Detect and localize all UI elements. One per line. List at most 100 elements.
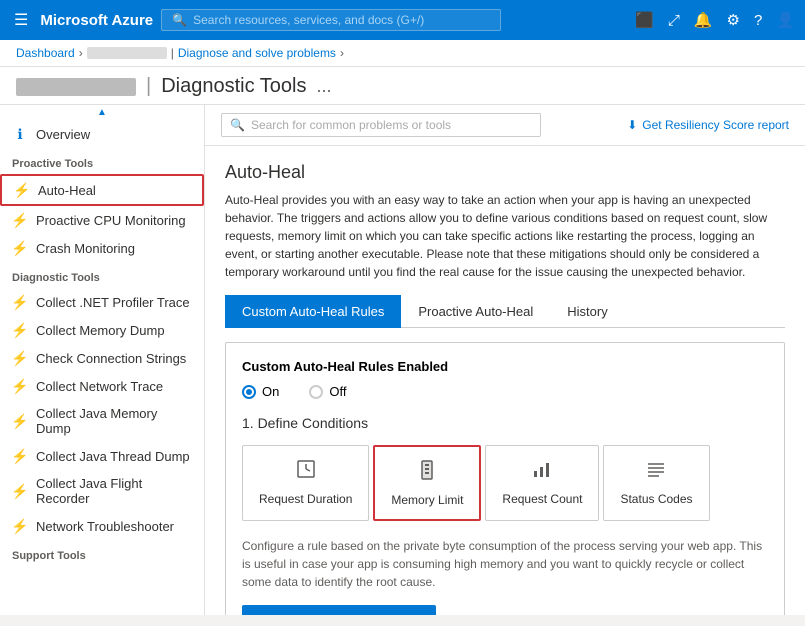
sidebar-item-connection-strings[interactable]: ⚡ Check Connection Strings: [0, 344, 204, 372]
breadcrumb-sep3: ›: [340, 46, 344, 60]
status-codes-icon: [645, 458, 667, 486]
sidebar-auto-heal-label: Auto-Heal: [38, 183, 96, 198]
top-nav: ☰ Microsoft Azure 🔍 ⬛ ⤢ 🔔 ⚙ ? 👤: [0, 0, 805, 40]
sidebar-item-memory-dump[interactable]: ⚡ Collect Memory Dump: [0, 316, 204, 344]
sidebar-item-network-troubleshooter[interactable]: ⚡ Network Troubleshooter: [0, 512, 204, 540]
rules-section: Custom Auto-Heal Rules Enabled On Off 1.…: [225, 342, 785, 615]
configure-private-bytes-btn[interactable]: Configure Private Bytes rule: [242, 605, 436, 615]
hamburger-icon[interactable]: ☰: [10, 6, 32, 34]
sidebar-crash-label: Crash Monitoring: [36, 241, 135, 256]
brand-label: Microsoft Azure: [40, 12, 153, 29]
condition-status-codes-label: Status Codes: [620, 492, 692, 506]
sidebar-item-auto-heal[interactable]: ⚡ Auto-Heal: [0, 174, 204, 206]
breadcrumb-sep1: ›: [79, 46, 83, 60]
breadcrumb-sep2: |: [171, 46, 174, 60]
define-conditions-title: 1. Define Conditions: [242, 415, 768, 431]
rules-enabled-label: Custom Auto-Heal Rules Enabled: [242, 359, 768, 374]
settings-icon[interactable]: ⚙: [727, 11, 740, 29]
global-search-input[interactable]: [193, 13, 490, 27]
condition-request-duration-label: Request Duration: [259, 492, 352, 506]
request-count-icon: [531, 458, 553, 486]
sidebar-memory-dump-label: Collect Memory Dump: [36, 323, 165, 338]
nav-icons: ⬛ ⤢ 🔔 ⚙ ? 👤: [635, 11, 795, 29]
portal-icon[interactable]: ⤢: [668, 12, 680, 29]
content-search-box[interactable]: 🔍: [221, 113, 541, 137]
net-profiler-icon: ⚡: [12, 294, 28, 310]
crash-icon: ⚡: [12, 240, 28, 256]
condition-memory-limit-label: Memory Limit: [391, 493, 463, 507]
user-icon[interactable]: 👤: [776, 11, 795, 29]
info-icon: ℹ: [12, 126, 28, 142]
tab-custom-rules[interactable]: Custom Auto-Heal Rules: [225, 295, 401, 328]
sidebar-item-java-thread-dump[interactable]: ⚡ Collect Java Thread Dump: [0, 442, 204, 470]
radio-off-option[interactable]: Off: [309, 384, 346, 399]
page-header-more[interactable]: ...: [316, 76, 331, 97]
condition-request-duration[interactable]: Request Duration: [242, 445, 369, 521]
sidebar-scroll-up[interactable]: ▲: [0, 105, 204, 120]
sidebar-section-diagnostic: Diagnostic Tools: [0, 262, 204, 288]
conditions-grid: Request Duration Memory Limit: [242, 445, 768, 521]
autoheal-title: Auto-Heal: [225, 162, 785, 183]
request-duration-icon: [295, 458, 317, 486]
condition-request-count-label: Request Count: [502, 492, 582, 506]
tab-proactive-autoheal[interactable]: Proactive Auto-Heal: [401, 295, 550, 328]
network-trace-icon: ⚡: [12, 378, 28, 394]
memory-limit-desc: Configure a rule based on the private by…: [242, 537, 768, 591]
download-icon: ⬇: [627, 118, 637, 132]
sidebar-java-memory-dump-label: Collect Java Memory Dump: [36, 406, 194, 436]
main-layout: ▲ ℹ Overview Proactive Tools ⚡ Auto-Heal…: [0, 105, 805, 615]
sidebar-proactive-cpu-label: Proactive CPU Monitoring: [36, 213, 186, 228]
radio-group: On Off: [242, 384, 768, 399]
autoheal-desc: Auto-Heal provides you with an easy way …: [225, 191, 785, 281]
radio-on-circle: [242, 385, 256, 399]
help-icon[interactable]: ?: [754, 12, 762, 29]
content-body: Auto-Heal Auto-Heal provides you with an…: [205, 146, 805, 615]
sidebar-item-proactive-cpu[interactable]: ⚡ Proactive CPU Monitoring: [0, 206, 204, 234]
page-header: | Diagnostic Tools ...: [0, 67, 805, 105]
sidebar-item-java-flight-recorder[interactable]: ⚡ Collect Java Flight Recorder: [0, 470, 204, 512]
content-toolbar: 🔍 ⬇ Get Resiliency Score report: [205, 105, 805, 146]
sidebar-item-java-memory-dump[interactable]: ⚡ Collect Java Memory Dump: [0, 400, 204, 442]
autoheal-tabs: Custom Auto-Heal Rules Proactive Auto-He…: [225, 295, 785, 328]
global-search[interactable]: 🔍: [161, 9, 501, 31]
java-thread-dump-icon: ⚡: [12, 448, 28, 464]
content-area: 🔍 ⬇ Get Resiliency Score report Auto-Hea…: [205, 105, 805, 615]
sidebar-network-troubleshooter-label: Network Troubleshooter: [36, 519, 174, 534]
radio-off-circle: [309, 385, 323, 399]
sidebar-net-profiler-label: Collect .NET Profiler Trace: [36, 295, 190, 310]
java-flight-recorder-icon: ⚡: [12, 483, 28, 499]
auto-heal-icon: ⚡: [14, 182, 30, 198]
sidebar: ▲ ℹ Overview Proactive Tools ⚡ Auto-Heal…: [0, 105, 205, 615]
sidebar-item-overview[interactable]: ℹ Overview: [0, 120, 204, 148]
breadcrumb-blurred: [87, 47, 167, 59]
page-header-blurred: [16, 78, 136, 96]
java-memory-dump-icon: ⚡: [12, 413, 28, 429]
radio-on-label: On: [262, 384, 279, 399]
sidebar-network-trace-label: Collect Network Trace: [36, 379, 163, 394]
resiliency-score-btn[interactable]: ⬇ Get Resiliency Score report: [627, 118, 789, 132]
memory-dump-icon: ⚡: [12, 322, 28, 338]
breadcrumb: Dashboard › | Diagnose and solve problem…: [0, 40, 805, 67]
breadcrumb-diagnose[interactable]: Diagnose and solve problems: [178, 46, 336, 60]
sidebar-item-network-trace[interactable]: ⚡ Collect Network Trace: [0, 372, 204, 400]
radio-on-option[interactable]: On: [242, 384, 279, 399]
resiliency-label: Get Resiliency Score report: [642, 118, 789, 132]
condition-status-codes[interactable]: Status Codes: [603, 445, 709, 521]
notification-icon[interactable]: 🔔: [694, 11, 713, 29]
sidebar-java-thread-dump-label: Collect Java Thread Dump: [36, 449, 190, 464]
monitor-icon[interactable]: ⬛: [635, 11, 654, 29]
sidebar-overview-label: Overview: [36, 127, 90, 142]
sidebar-item-net-profiler[interactable]: ⚡ Collect .NET Profiler Trace: [0, 288, 204, 316]
sidebar-connection-strings-label: Check Connection Strings: [36, 351, 186, 366]
content-search-input[interactable]: [251, 118, 532, 132]
content-search-icon: 🔍: [230, 118, 245, 132]
sidebar-item-crash-monitoring[interactable]: ⚡ Crash Monitoring: [0, 234, 204, 262]
sidebar-section-support: Support Tools: [0, 540, 204, 566]
condition-memory-limit[interactable]: Memory Limit: [373, 445, 481, 521]
tab-history[interactable]: History: [550, 295, 624, 328]
breadcrumb-dashboard[interactable]: Dashboard: [16, 46, 75, 60]
sidebar-section-proactive: Proactive Tools: [0, 148, 204, 174]
memory-limit-icon: [416, 459, 438, 487]
condition-request-count[interactable]: Request Count: [485, 445, 599, 521]
cpu-icon: ⚡: [12, 212, 28, 228]
